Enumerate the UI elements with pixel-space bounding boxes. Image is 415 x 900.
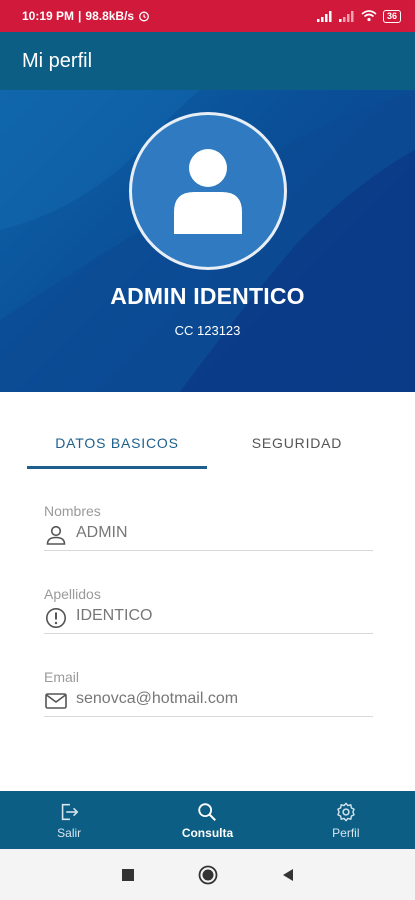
tab-seguridad[interactable]: SEGURIDAD xyxy=(207,425,387,469)
signal-icon xyxy=(316,10,332,22)
logout-icon xyxy=(61,803,79,820)
info-icon xyxy=(46,608,66,628)
tab-datos-basicos[interactable]: DATOS BASICOS xyxy=(27,425,207,469)
wifi-icon xyxy=(361,10,377,22)
nombres-label: Nombres xyxy=(44,503,101,519)
system-navigation-bar xyxy=(0,849,415,900)
nav-perfil[interactable]: Perfil xyxy=(277,791,415,849)
status-speed: 98.8kB/s xyxy=(85,9,135,23)
status-time: 10:19 PM xyxy=(22,9,75,23)
apellidos-value: IDENTICO xyxy=(76,607,153,624)
page-title: Mi perfil xyxy=(22,49,93,72)
gear-icon xyxy=(337,802,355,821)
status-separator: | xyxy=(78,9,82,23)
signal-weak-icon xyxy=(338,10,354,22)
recents-icon[interactable] xyxy=(120,867,136,883)
profile-tabs: DATOS BASICOS SEGURIDAD xyxy=(27,425,387,469)
apellidos-field[interactable]: Apellidos IDENTICO xyxy=(44,586,373,634)
nav-consulta[interactable]: Consulta xyxy=(138,791,276,849)
person-icon xyxy=(46,525,66,545)
apellidos-label: Apellidos xyxy=(44,586,101,602)
nav-perfil-label: Perfil xyxy=(332,825,360,840)
email-value: senovca@hotmail.com xyxy=(76,690,239,707)
nav-salir-label: Salir xyxy=(57,825,82,840)
app-screen: 10:19 PM | 98.8kB/s 36 Mi perfil ADMIN I… xyxy=(0,0,415,900)
email-label: Email xyxy=(44,669,80,685)
status-left: 10:19 PM | 98.8kB/s xyxy=(22,9,150,23)
user-name: ADMIN IDENTICO xyxy=(110,283,305,309)
bottom-navigation: Salir Consulta Perfil xyxy=(0,791,415,849)
avatar[interactable] xyxy=(129,112,287,270)
battery-icon: 36 xyxy=(382,9,401,23)
home-icon[interactable] xyxy=(198,865,218,885)
user-avatar-icon xyxy=(174,149,242,234)
back-icon[interactable] xyxy=(280,867,296,883)
profile-header: ADMIN IDENTICO CC 123123 xyxy=(0,90,415,392)
status-bar: 10:19 PM | 98.8kB/s 36 xyxy=(0,0,415,32)
mail-icon xyxy=(45,693,67,709)
nav-salir[interactable]: Salir xyxy=(0,791,138,849)
search-icon xyxy=(198,802,217,821)
user-document-id: CC 123123 xyxy=(174,323,241,338)
nombres-value: ADMIN xyxy=(76,524,128,541)
nombres-field[interactable]: Nombres ADMIN xyxy=(44,503,373,551)
status-right: 36 xyxy=(316,9,401,23)
email-field[interactable]: Email senovca@hotmail.com xyxy=(44,669,373,717)
alarm-icon xyxy=(139,11,150,22)
app-bar: Mi perfil xyxy=(0,32,415,90)
nav-consulta-label: Consulta xyxy=(181,825,234,840)
